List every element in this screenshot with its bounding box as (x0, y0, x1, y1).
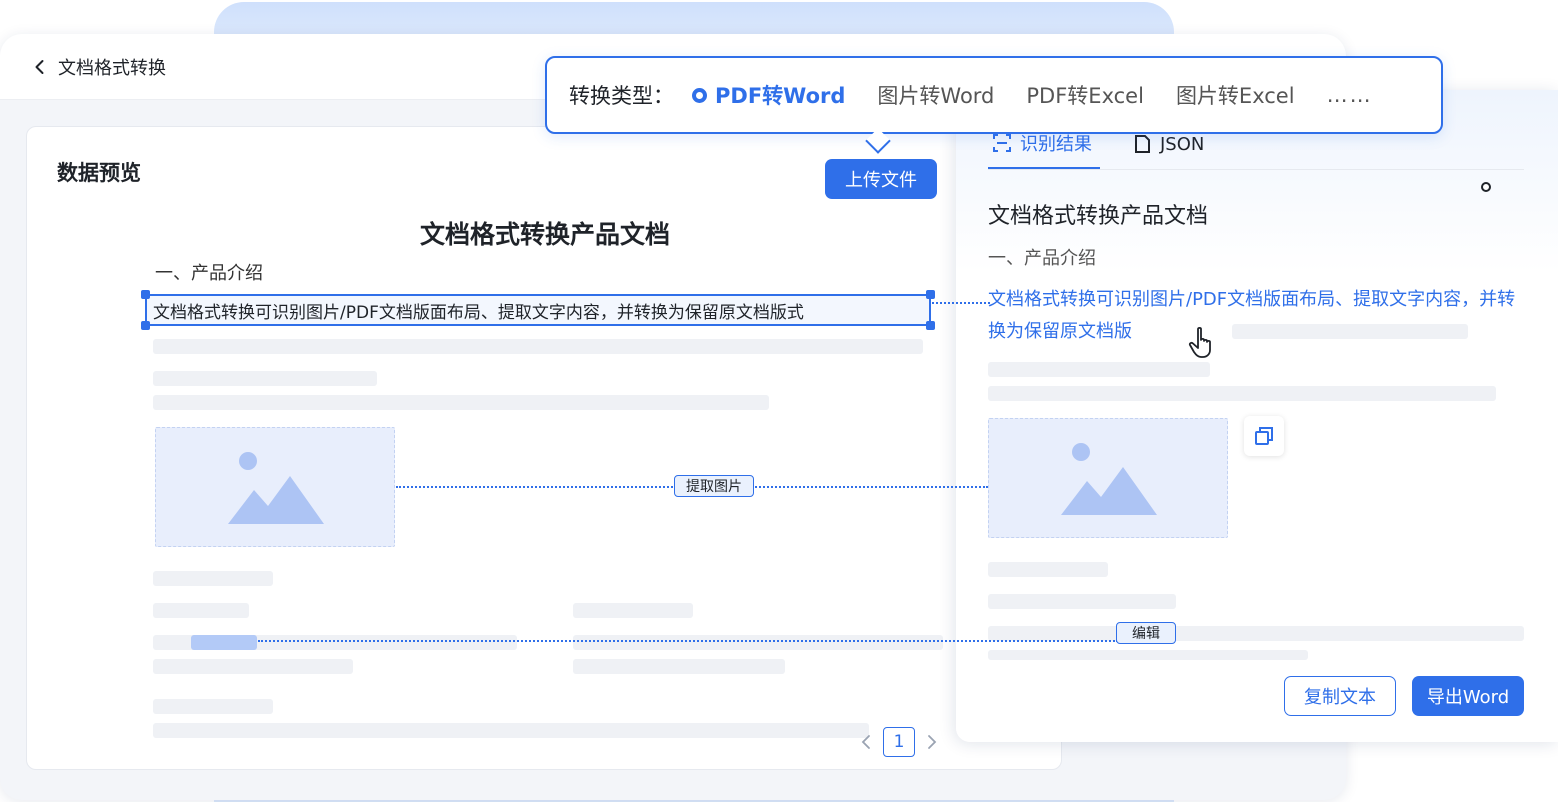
scan-icon (993, 134, 1011, 152)
image-icon (228, 452, 324, 524)
result-heading: 文档格式转换产品文档 (988, 204, 1209, 229)
extract-image-label: 提取图片 (674, 475, 754, 497)
text-placeholder (153, 371, 377, 386)
edit-link-line (258, 640, 1118, 642)
text-placeholder (153, 395, 769, 410)
text-placeholder (153, 699, 273, 714)
copy-icon[interactable] (1244, 416, 1284, 456)
tab-label: JSON (1160, 133, 1205, 155)
image-placeholder[interactable] (155, 427, 395, 547)
selected-text-block[interactable]: 文档格式转换可识别图片/PDF文档版面布局、提取文字内容，并转换为保留原文档版式 (145, 294, 931, 326)
cursor-dot-icon (1481, 182, 1491, 192)
hand-cursor-icon (1188, 326, 1211, 358)
text-placeholder (153, 339, 923, 354)
conversion-type-label: 转换类型： (569, 84, 674, 108)
text-placeholder (573, 635, 943, 650)
type-option-pdf-to-word[interactable]: PDF转Word (692, 80, 845, 110)
image-icon (1061, 443, 1157, 515)
type-option-image-to-word[interactable]: 图片转Word (877, 80, 994, 110)
data-preview-panel: 数据预览 上传文件 文档格式转换产品文档 一、产品介绍 文档格式转换可识别图片/… (26, 126, 1062, 770)
selection-handle-bottom-right[interactable] (926, 321, 935, 330)
text-placeholder (988, 650, 1308, 660)
recognition-result-panel: 识别结果 JSON 文档格式转换产品文档 一、产品介绍 文档格式转换可识别图片/… (956, 90, 1558, 742)
window-title: 文档格式转换 (58, 57, 166, 79)
text-placeholder (988, 594, 1176, 609)
preview-title: 数据预览 (57, 161, 141, 185)
text-link-line (932, 302, 990, 304)
chevron-left-icon[interactable] (859, 734, 873, 750)
document-section-title: 一、产品介绍 (155, 263, 263, 284)
selection-handle-bottom-left[interactable] (141, 321, 150, 330)
text-placeholder (988, 362, 1210, 377)
edit-label: 编辑 (1116, 622, 1176, 644)
file-icon (1135, 135, 1150, 153)
export-word-button[interactable]: 导出Word (1412, 676, 1524, 716)
copy-text-button[interactable]: 复制文本 (1284, 676, 1396, 716)
text-placeholder (573, 603, 693, 618)
pagination: 1 (859, 727, 939, 757)
upload-file-button[interactable]: 上传文件 (825, 159, 937, 199)
document-heading: 文档格式转换产品文档 (419, 220, 670, 249)
type-option-pdf-to-excel[interactable]: PDF转Excel (1026, 80, 1144, 110)
extracted-image-placeholder[interactable] (988, 418, 1228, 538)
text-placeholder (988, 386, 1496, 401)
result-section-title: 一、产品介绍 (988, 248, 1096, 269)
page-number[interactable]: 1 (883, 727, 915, 757)
radio-selected-icon (692, 87, 707, 103)
text-placeholder (153, 571, 273, 586)
text-placeholder (988, 626, 1524, 641)
conversion-type-selector: 转换类型： PDF转Word 图片转Word PDF转Excel 图片转Exce… (545, 56, 1443, 154)
back-arrow-icon[interactable] (32, 59, 48, 75)
highlighted-text-placeholder[interactable] (191, 635, 257, 650)
selection-handle-top-right[interactable] (926, 290, 935, 299)
text-placeholder (153, 723, 869, 738)
chevron-right-icon[interactable] (925, 734, 939, 750)
more-options[interactable]: …… (1327, 83, 1373, 107)
text-placeholder (573, 659, 785, 674)
text-placeholder (153, 603, 249, 618)
text-placeholder (1232, 324, 1468, 339)
type-option-image-to-excel[interactable]: 图片转Excel (1176, 80, 1295, 110)
selection-handle-top-left[interactable] (141, 290, 150, 299)
text-placeholder (988, 562, 1108, 577)
selected-text: 文档格式转换可识别图片/PDF文档版面布局、提取文字内容，并转换为保留原文档版式 (153, 302, 804, 323)
text-placeholder (153, 659, 353, 674)
